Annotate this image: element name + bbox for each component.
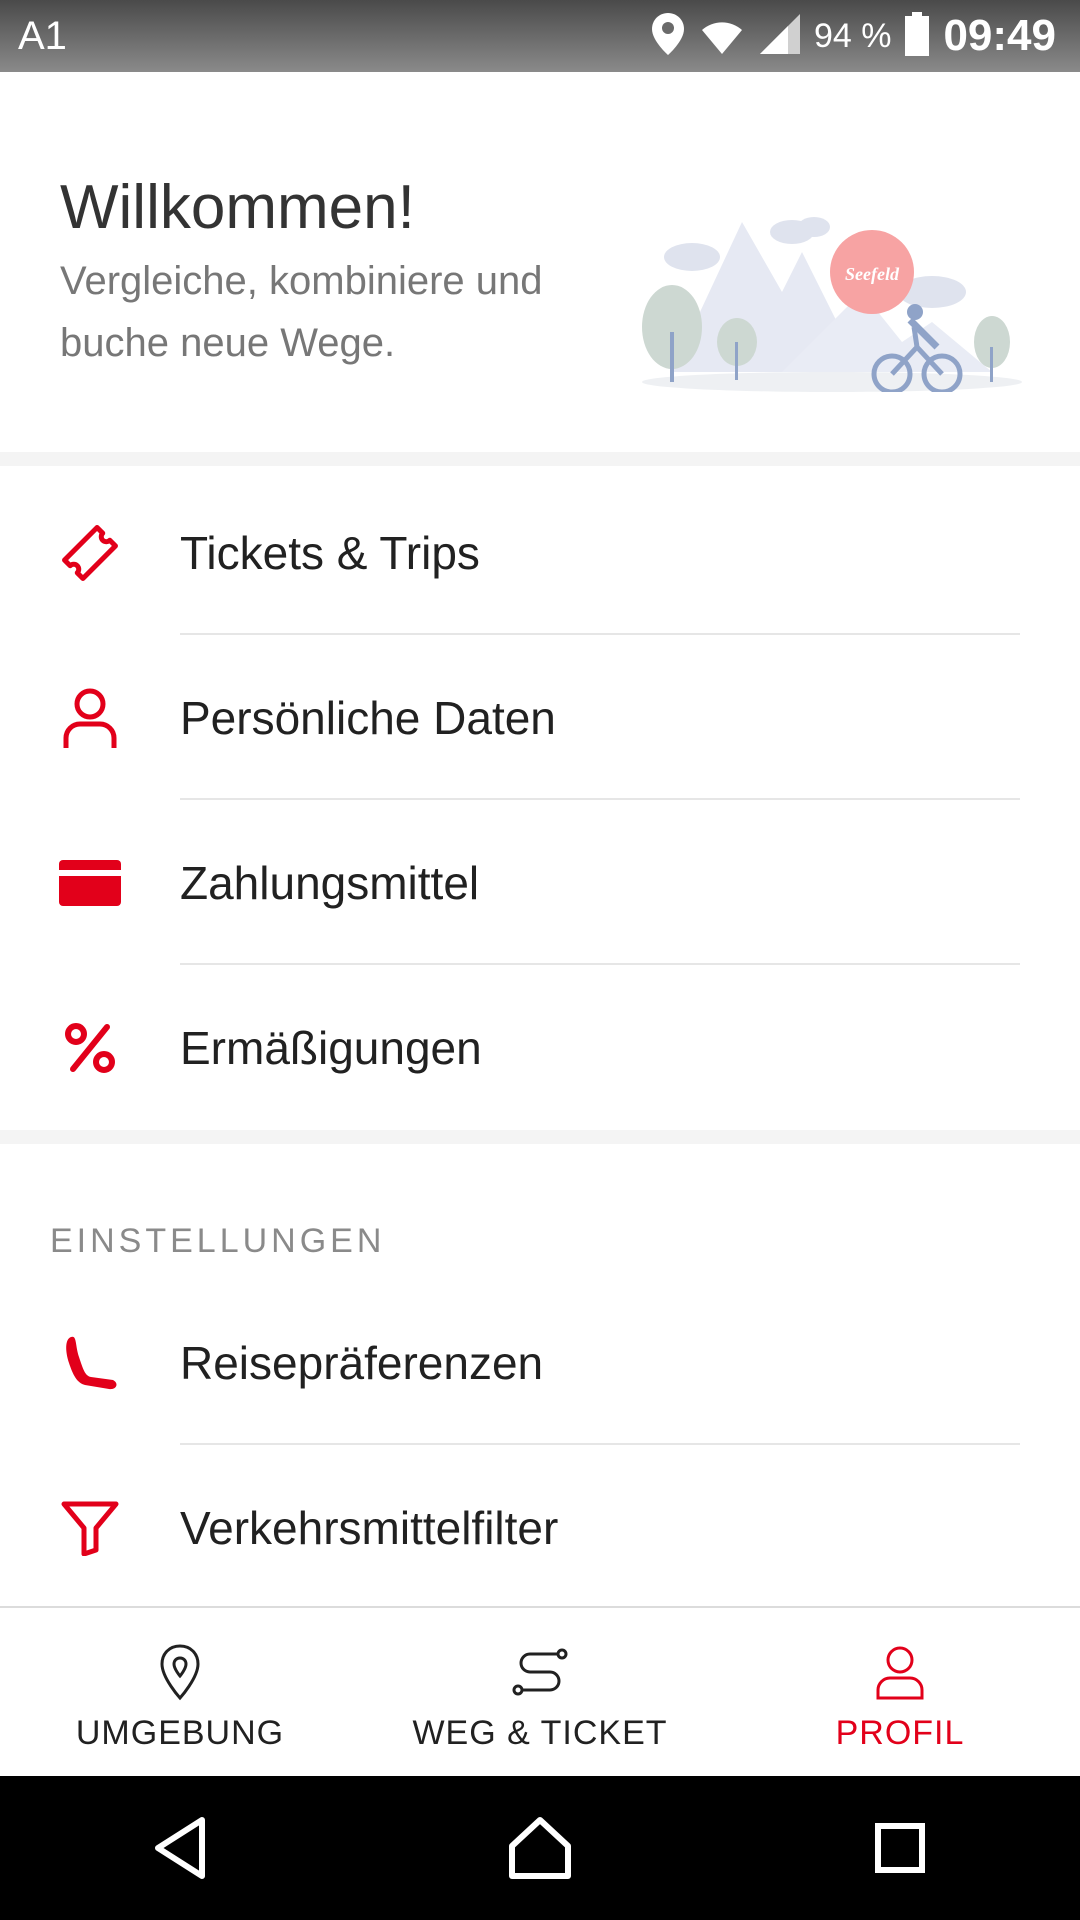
system-navigation-bar [0,1776,1080,1920]
section-separator [0,1130,1080,1144]
menu-item-label: Verkehrsmittelfilter [180,1501,559,1554]
tab-label: WEG & TICKET [412,1714,668,1752]
tab-umgebung[interactable]: UMGEBUNG [0,1608,360,1778]
menu-item-label: Zahlungsmittel [180,856,480,909]
wifi-icon [698,14,746,59]
account-menu: Tickets & Trips Persönliche Daten Zahlun… [0,470,1080,1130]
home-icon[interactable] [500,1808,580,1888]
welcome-title: Willkommen! [60,173,415,242]
bottom-navigation: UMGEBUNG WEG & TICKET PROFIL [0,1606,1080,1778]
filter-icon [54,1492,126,1564]
menu-item-label: Reisepräferenzen [180,1336,544,1389]
status-bar: A1 94 % 09:49 [0,0,1080,72]
settings-heading: EINSTELLUNGEN [50,1222,386,1260]
menu-item-transport-filter[interactable]: Verkehrsmittelfilter [0,1445,1080,1610]
tab-weg-ticket[interactable]: WEG & TICKET [360,1608,720,1778]
signal-icon [759,13,800,59]
menu-item-label: Tickets & Trips [180,526,480,579]
percent-icon [54,1012,126,1084]
seefeld-badge-text: Seefeld [845,264,900,284]
welcome-subtitle: Vergleiche, kombiniere und buche neue We… [60,259,543,365]
ticket-icon [54,517,126,589]
header-illustration: Seefeld [632,142,1032,395]
credit-card-icon [54,847,126,919]
location-icon [651,12,684,60]
settings-menu: Reisepräferenzen Verkehrsmittelfilter [0,1280,1080,1610]
carrier-label: A1 [18,14,67,58]
menu-item-label: Persönliche Daten [180,691,556,744]
tab-label: PROFIL [835,1714,965,1752]
tab-label: UMGEBUNG [75,1714,285,1752]
welcome-header: Willkommen! Vergleiche, kombiniere und b… [0,72,1080,452]
clock: 09:49 [943,11,1056,60]
menu-item-label: Ermäßigungen [180,1021,482,1074]
battery-percent: 94 % [813,16,892,55]
status-icons: 94 % 09:49 [651,10,1056,62]
tab-profil[interactable]: PROFIL [720,1608,1080,1778]
menu-item-travel-preferences[interactable]: Reisepräferenzen [0,1280,1080,1445]
menu-item-payment-methods[interactable]: Zahlungsmittel [0,800,1080,965]
seat-icon [54,1327,126,1399]
menu-item-personal-data[interactable]: Persönliche Daten [0,635,1080,800]
location-pin-icon [150,1642,210,1702]
route-icon [510,1642,570,1702]
recents-icon[interactable] [860,1808,940,1888]
profile-icon [870,1642,930,1702]
person-icon [54,682,126,754]
back-icon[interactable] [140,1808,220,1888]
menu-item-tickets-trips[interactable]: Tickets & Trips [0,470,1080,635]
section-separator [0,452,1080,466]
battery-icon [905,11,930,61]
menu-item-discounts[interactable]: Ermäßigungen [0,965,1080,1130]
